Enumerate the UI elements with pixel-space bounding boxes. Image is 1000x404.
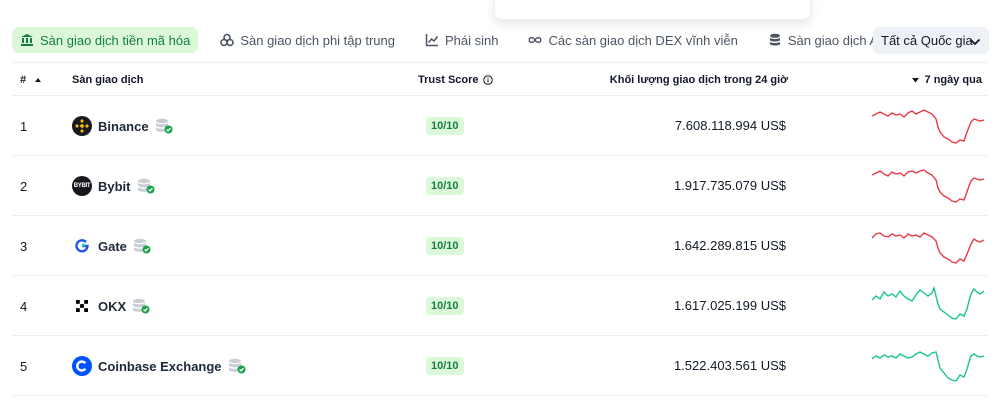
verified-database-icon [228, 358, 246, 374]
coins-icon [220, 33, 235, 47]
rank-header[interactable]: # [20, 74, 42, 86]
chart-line-icon [425, 33, 439, 47]
volume-cell: 7.608.118.994 US$ [674, 118, 786, 133]
tab-label: Phái sinh [445, 32, 499, 48]
verified-database-icon [137, 178, 155, 194]
exchange-name: Gate [98, 238, 127, 254]
exchange-cell[interactable]: Binance [72, 116, 173, 136]
verified-database-icon [133, 238, 151, 254]
rank-cell: 2 [20, 179, 28, 194]
rank-cell: 5 [20, 359, 28, 374]
sort-asc-icon [35, 74, 42, 86]
exchange-table: # Sàn giao dịch Trust Score Khối lượng g… [12, 62, 988, 396]
exchange-name: Bybit [98, 178, 131, 194]
table-header: # Sàn giao dịch Trust Score Khối lượng g… [12, 62, 988, 96]
coinbase-logo-icon [72, 356, 92, 376]
exchange-category-tabs: Sàn giao dịch tiền mã hóa Sàn giao dịch … [12, 27, 912, 53]
infinity-icon [528, 33, 542, 47]
tab-label: Sàn giao dịch phi tập trung [240, 32, 395, 48]
volume-cell: 1.522.403.561 US$ [673, 358, 786, 373]
sort-desc-icon [911, 77, 919, 83]
country-filter-dropdown[interactable]: Tất cả Quốc gia [873, 27, 989, 54]
popover-card [494, 0, 811, 20]
exchange-name: OKX [98, 298, 127, 314]
volume-cell: 1.617.025.199 US$ [673, 298, 786, 313]
country-filter-label: Tất cả Quốc gia [881, 33, 973, 48]
tab-dex[interactable]: Sàn giao dịch phi tập trung [212, 27, 403, 53]
seven-day-header[interactable]: 7 ngày qua [911, 74, 982, 86]
exchange-cell[interactable]: BYBIT Bybit [72, 176, 155, 196]
trust-score-header: Trust Score [418, 74, 493, 86]
verified-database-icon [132, 298, 150, 314]
verified-database-icon [155, 118, 173, 134]
table-row[interactable]: 1 Binance 10/10 7.608.118.994 US$ [12, 96, 988, 156]
rank-cell: 3 [20, 239, 28, 254]
binance-logo-icon [72, 116, 92, 136]
chevron-down-icon [969, 35, 981, 50]
table-row[interactable]: 4 OKX 10/10 1.617.025.199 US$ [12, 276, 988, 336]
rank-cell: 4 [20, 299, 28, 314]
tab-crypto-exchanges[interactable]: Sàn giao dịch tiền mã hóa [12, 27, 199, 53]
volume-cell: 1.917.735.079 US$ [673, 178, 786, 193]
trust-score-badge: 10/10 [426, 117, 464, 135]
tab-label: Các sàn giao dịch DEX vĩnh viễn [548, 32, 738, 48]
okx-logo-icon [72, 296, 92, 316]
exchange-name: Coinbase Exchange [98, 358, 222, 374]
table-row[interactable]: 5 Coinbase Exchange 10/10 1.522.403.561 … [12, 336, 988, 396]
tab-perpetual-dex[interactable]: Các sàn giao dịch DEX vĩnh viễn [520, 27, 745, 53]
exchange-cell[interactable]: OKX [72, 296, 150, 316]
trust-score-badge: 10/10 [426, 297, 464, 315]
bybit-logo-icon: BYBIT [72, 176, 92, 196]
sparkline-chart [872, 351, 984, 382]
rank-cell: 1 [20, 119, 28, 134]
table-row[interactable]: 3 Gate 10/10 1.642.289.815 US$ [12, 216, 988, 276]
trust-score-badge: 10/10 [426, 177, 464, 195]
tab-label: Sàn giao dịch tiền mã hóa [40, 32, 191, 48]
sparkline-chart [872, 169, 984, 203]
volume-header[interactable]: Khối lượng giao dịch trong 24 giờ [610, 74, 788, 86]
exchange-cell[interactable]: Coinbase Exchange [72, 356, 246, 376]
volume-cell: 1.642.289.815 US$ [673, 238, 786, 253]
sparkline-chart [872, 232, 984, 264]
tab-derivatives[interactable]: Phái sinh [417, 27, 506, 53]
bank-icon [20, 33, 34, 47]
exchange-cell[interactable]: Gate [72, 236, 151, 256]
info-icon[interactable] [482, 75, 493, 85]
exchange-header: Sàn giao dịch [72, 74, 144, 86]
sparkline-chart [872, 285, 984, 320]
gate-logo-icon [72, 236, 92, 256]
sparkline-chart [872, 109, 984, 144]
trust-score-badge: 10/10 [426, 357, 464, 375]
exchange-name: Binance [98, 118, 149, 134]
trust-score-badge: 10/10 [426, 237, 464, 255]
database-icon [768, 33, 782, 47]
table-row[interactable]: 2 BYBIT Bybit 10/10 1.917.735.079 US$ [12, 156, 988, 216]
